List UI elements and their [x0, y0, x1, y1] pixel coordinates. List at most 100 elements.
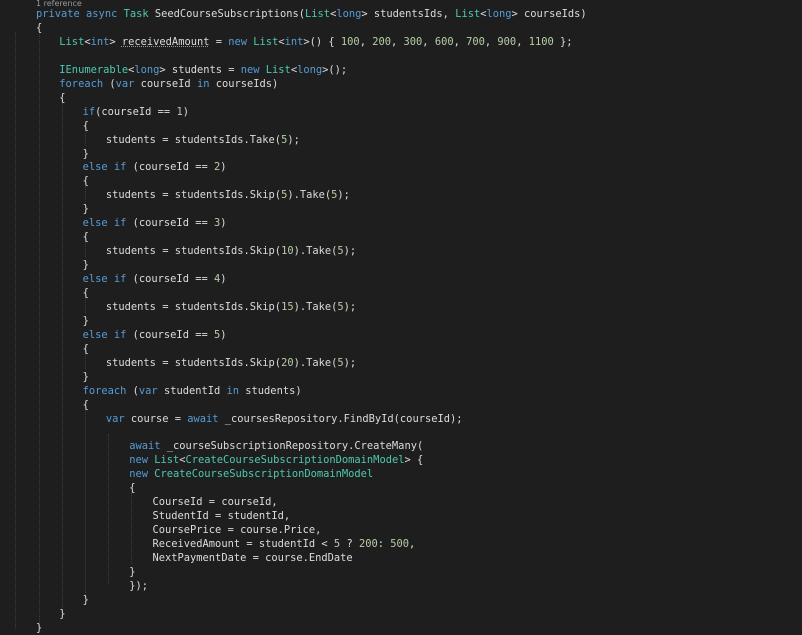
code-token: Task [123, 8, 149, 20]
code-line[interactable]: else if (courseId == 5) [83, 328, 227, 342]
code-line[interactable]: { [83, 398, 89, 412]
code-token: 300 [403, 35, 423, 48]
code-token: _coursesRepository.FindById(courseId); [218, 412, 463, 425]
code-line[interactable]: var course = await _coursesRepository.Fi… [106, 412, 463, 426]
code-token: 15 [281, 300, 294, 313]
code-token: ) [220, 161, 227, 174]
code-line[interactable]: } [83, 593, 89, 607]
code-line[interactable]: }); [129, 579, 148, 593]
code-line[interactable]: new CreateCourseSubscriptionDomainModel [129, 467, 373, 481]
code-token: }; [553, 35, 573, 48]
code-token: ( [126, 384, 139, 397]
code-token: new [228, 35, 254, 48]
code-token: receivedAmount [121, 35, 210, 48]
code-line[interactable]: { [59, 91, 65, 105]
code-token: courseId [134, 77, 197, 90]
code-token: } [82, 370, 89, 383]
code-token: >() { [303, 35, 341, 48]
code-line[interactable]: { [83, 286, 89, 300]
code-token: CreateCourseSubscriptionDomainModel [185, 454, 405, 467]
code-token: students) [239, 384, 302, 397]
code-line[interactable]: else if (courseId == 3) [83, 216, 227, 230]
code-line[interactable]: foreach (var studentId in students) [83, 384, 302, 398]
code-line[interactable]: } [83, 314, 89, 328]
code-line[interactable]: private async Task SeedCourseSubscriptio… [36, 7, 587, 21]
code-token: > studentsIds, [361, 8, 456, 20]
code-line[interactable]: students = studentsIds.Skip(20).Take(5); [106, 356, 356, 370]
code-token: , [422, 35, 435, 48]
code-line[interactable]: StudentId = studentId, [153, 509, 291, 523]
code-token: _courseSubscriptionRepository.CreateMany… [160, 440, 424, 453]
code-line[interactable]: } [129, 565, 135, 579]
code-token: course = [124, 412, 188, 425]
code-token: ( [103, 77, 116, 90]
code-token: ).Take( [293, 300, 338, 313]
code-line[interactable]: else if (courseId == 2) [83, 160, 227, 174]
code-token: 900 [497, 35, 517, 48]
code-line[interactable]: NextPaymentDate = course.EndDate [153, 551, 353, 565]
code-line[interactable]: } [83, 147, 89, 161]
code-editor[interactable]: 1 reference private async Task SeedCours… [0, 0, 802, 634]
code-line[interactable]: } [83, 370, 89, 384]
code-token: else if [82, 273, 127, 286]
code-token: List [305, 8, 331, 20]
code-line[interactable]: foreach (var courseId in courseIds) [59, 77, 278, 91]
code-token: { [82, 398, 89, 411]
code-token: } [82, 259, 89, 272]
code-token: > { [404, 454, 424, 467]
code-line[interactable]: if(courseId == 1) [83, 105, 189, 119]
code-line[interactable]: } [83, 202, 89, 216]
code-token: 500 [390, 538, 410, 551]
code-line[interactable]: new List<CreateCourseSubscriptionDomainM… [129, 453, 423, 467]
code-token: } [129, 566, 136, 578]
code-token: ).Take( [293, 356, 338, 369]
code-line[interactable]: CourseId = courseId, [153, 495, 278, 509]
code-token: 200 [372, 35, 391, 48]
code-token: > students = [159, 63, 241, 76]
code-token: (courseId == [126, 273, 214, 286]
code-line[interactable]: List<int> receivedAmount = new List<int>… [59, 35, 572, 49]
code-token: students = studentsIds.Skip( [105, 356, 282, 369]
code-line[interactable]: { [129, 481, 135, 495]
code-token: } [82, 314, 89, 327]
code-token: (courseId == [126, 217, 214, 230]
indent-guide [85, 186, 86, 202]
code-line[interactable]: } [83, 258, 89, 272]
code-line[interactable]: IEnumerable<long> students = new List<lo… [59, 63, 347, 77]
indent-guide [85, 409, 86, 597]
code-token: students = studentsIds.Skip( [105, 245, 282, 258]
code-token: await [129, 440, 161, 453]
code-line[interactable]: { [83, 119, 89, 133]
code-line[interactable]: students = studentsIds.Skip(5).Take(5); [106, 188, 350, 202]
code-token: ).Take( [287, 189, 332, 202]
code-token: { [82, 287, 89, 299]
code-line[interactable]: CoursePrice = course.Price, [153, 523, 322, 537]
code-line[interactable]: students = studentsIds.Take(5); [106, 133, 300, 147]
code-token: StudentId = studentId, [152, 510, 291, 523]
code-line[interactable]: } [59, 607, 65, 621]
code-line[interactable]: students = studentsIds.Skip(10).Take(5); [106, 244, 356, 258]
code-line[interactable]: } [36, 621, 42, 635]
code-token: , [453, 35, 467, 48]
code-line[interactable]: await _courseSubscriptionRepository.Crea… [129, 439, 423, 453]
code-line[interactable]: { [36, 21, 42, 35]
code-token: ) [220, 217, 227, 230]
code-token: List [265, 63, 291, 76]
code-line[interactable]: students = studentsIds.Skip(15).Take(5); [106, 300, 356, 314]
indent-guide [108, 434, 109, 584]
code-line[interactable]: ReceivedAmount = studentId < 5 ? 200: 50… [153, 537, 416, 551]
code-token: } [59, 607, 66, 620]
code-token: { [129, 482, 136, 495]
code-line[interactable]: { [83, 342, 89, 356]
code-line[interactable]: { [83, 174, 89, 188]
code-token: ).Take( [293, 245, 338, 258]
code-token: SeedCourseSubscriptions( [148, 8, 306, 20]
code-token: } [82, 203, 89, 216]
code-token: , [359, 35, 373, 48]
code-token: , [516, 35, 529, 48]
code-token: CoursePrice = course.Price, [152, 524, 322, 537]
code-token: else if [82, 217, 127, 230]
code-line[interactable]: { [83, 230, 89, 244]
code-token: { [82, 342, 89, 355]
code-line[interactable]: else if (courseId == 4) [83, 272, 227, 286]
